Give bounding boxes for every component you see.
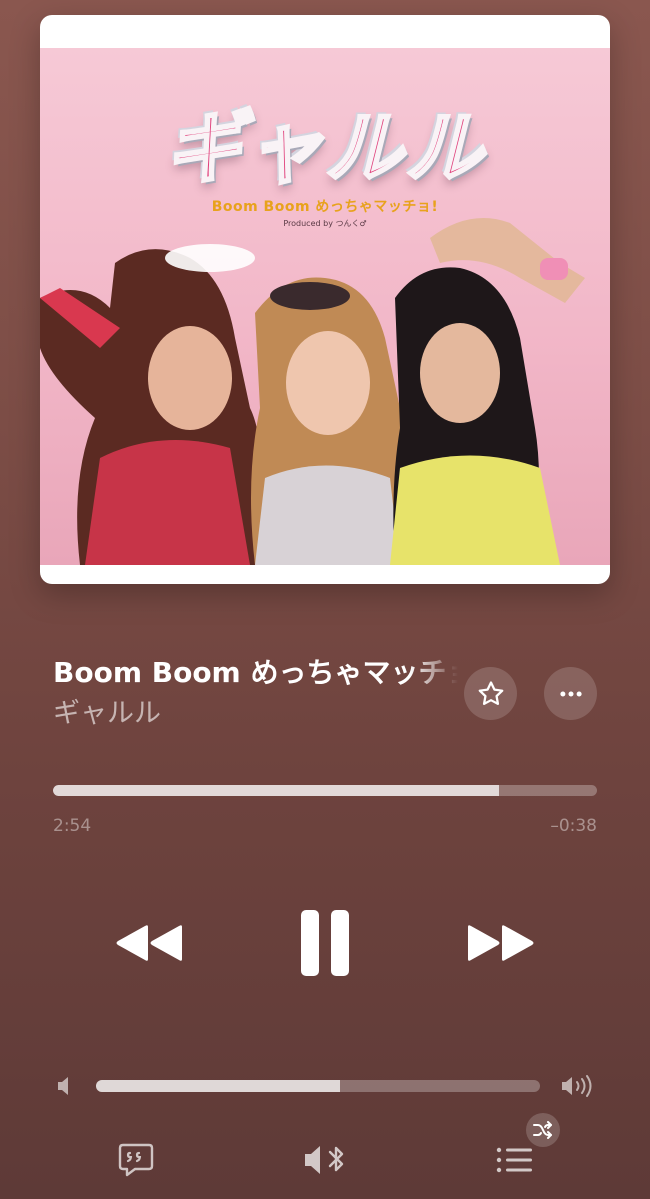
- queue-list-icon: [496, 1147, 532, 1173]
- pause-button[interactable]: [291, 906, 359, 980]
- volume-max-icon: [560, 1073, 596, 1099]
- previous-track-button[interactable]: [112, 918, 186, 968]
- volume-min-icon: [56, 1075, 76, 1097]
- elapsed-time: 2:54: [53, 816, 92, 836]
- shuffle-icon: [533, 1121, 552, 1139]
- audio-output-button[interactable]: [301, 1140, 351, 1180]
- volume-slider-fill: [96, 1080, 341, 1092]
- speaker-bluetooth-icon: [305, 1146, 344, 1174]
- more-options-button[interactable]: [544, 667, 597, 720]
- album-artwork-image: ギャルル Boom Boom めっちゃマッチョ! Produced by つんく…: [40, 48, 610, 565]
- shuffle-indicator[interactable]: [526, 1113, 560, 1147]
- volume-slider[interactable]: [96, 1080, 540, 1092]
- lyrics-button[interactable]: [114, 1140, 158, 1180]
- playback-progress-fill: [53, 785, 500, 796]
- ellipsis-icon: [559, 691, 582, 696]
- favorite-button[interactable]: [464, 667, 517, 720]
- lyrics-quote-bubble-icon: [118, 1143, 154, 1177]
- queue-button[interactable]: [492, 1140, 536, 1180]
- next-track-button[interactable]: [464, 918, 538, 968]
- pause-icon: [301, 910, 349, 976]
- album-logo: ギャルル: [163, 103, 485, 196]
- track-title[interactable]: Boom Boom めっちゃマッチョ!: [53, 655, 458, 691]
- star-outline-icon: [478, 680, 503, 705]
- rewind-icon: [116, 925, 182, 961]
- album-subtitle: Boom Boom めっちゃマッチョ!: [211, 199, 439, 215]
- remaining-time: –0:38: [550, 816, 597, 836]
- album-artwork[interactable]: ギャルル Boom Boom めっちゃマッチョ! Produced by つんく…: [40, 15, 610, 584]
- album-credit: Produced by つんく♂: [283, 219, 367, 228]
- track-artist[interactable]: ギャルル: [53, 696, 161, 732]
- playback-progress-bar[interactable]: [53, 785, 597, 796]
- fast-forward-icon: [468, 925, 534, 961]
